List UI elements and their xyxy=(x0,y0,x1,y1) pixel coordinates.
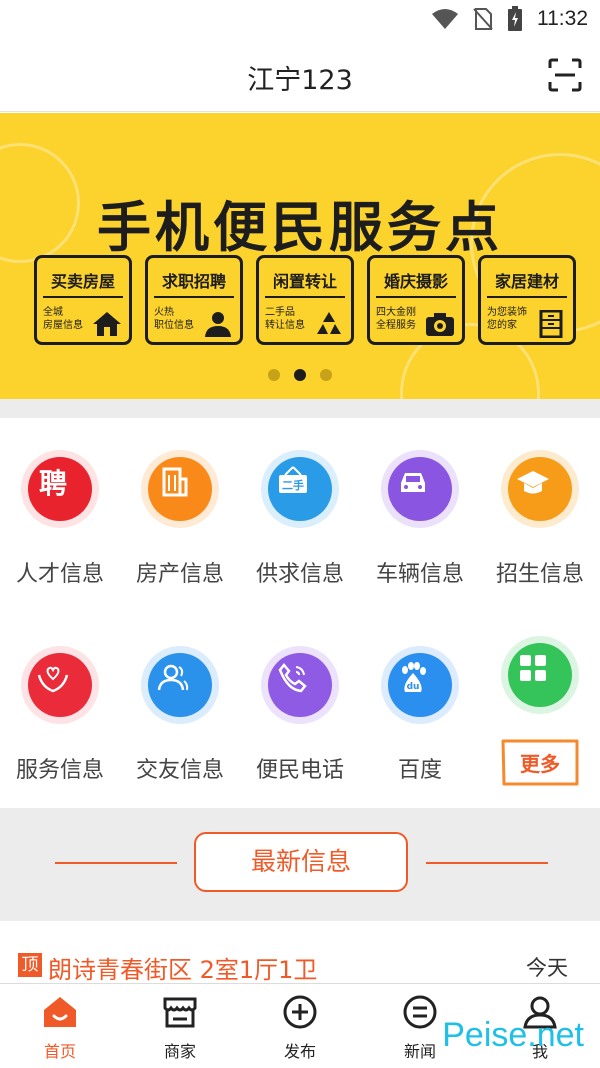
list-item-title: 朗诗青春街区 2室1厅1卫 xyxy=(48,956,318,984)
watermark: Peise.net xyxy=(442,1016,584,1054)
grid-item-label: 服务信息 xyxy=(15,758,104,783)
people-icon xyxy=(157,664,189,691)
scan-icon[interactable] xyxy=(548,58,582,92)
cabinet-icon xyxy=(539,310,563,338)
news-section-header: 最新信息 xyxy=(0,808,600,921)
banner-card-furnishing: 家居建材 为您装饰 您的家 xyxy=(478,255,576,345)
banner-card-title: 买卖房屋 xyxy=(50,272,115,291)
tab-label: 发布 xyxy=(283,1042,316,1061)
grid-item-more[interactable]: 更多 xyxy=(480,614,600,794)
recruit-icon: 聘 xyxy=(39,467,67,499)
banner-card-secondhand: 闲置转让 二手品 转让信息 xyxy=(256,255,354,345)
grid-item-supply[interactable]: 二手 供求信息 xyxy=(240,418,360,598)
battery-charging-icon xyxy=(508,6,522,31)
shop-icon xyxy=(163,997,197,1028)
section-divider xyxy=(0,399,600,418)
phone-icon xyxy=(278,663,307,693)
plus-circle-icon xyxy=(283,995,317,1029)
list-item-time: 今天 xyxy=(526,956,568,980)
banner-card-sub: 为您装饰 您的家 xyxy=(487,307,527,331)
recycle-icon xyxy=(317,312,341,334)
building-icon xyxy=(162,467,188,497)
grid-item-phone[interactable]: 便民电话 xyxy=(240,614,360,794)
home-icon xyxy=(44,997,76,1027)
tab-publish[interactable]: 发布 xyxy=(240,984,360,1068)
grid-item-vehicle[interactable]: 车辆信息 xyxy=(360,418,480,598)
promo-banner[interactable]: 手机便民服务点 买卖房屋 全城 房屋信息 求职招聘 火热 职位信息 闲置转让 二… xyxy=(0,113,600,399)
grid-item-label: 百度 xyxy=(397,758,442,783)
camera-icon xyxy=(426,313,454,336)
banner-card-housing: 买卖房屋 全城 房屋信息 xyxy=(34,255,132,345)
category-grid: 聘 人才信息 房产信息 二手 供求信息 车辆信息 招生信息 服务信息 交友信息 xyxy=(0,418,600,808)
banner-card-title: 求职招聘 xyxy=(161,272,226,291)
graduation-cap-icon xyxy=(517,471,549,494)
latest-news-button[interactable]: 最新信息 xyxy=(194,832,408,892)
list-item[interactable]: 顶 朗诗青春街区 2室1厅1卫 今天 xyxy=(0,921,600,984)
pagination-dot-active[interactable] xyxy=(294,369,306,381)
svg-text:二手: 二手 xyxy=(282,478,304,492)
baidu-paw-icon: du xyxy=(402,662,426,692)
divider-line-right xyxy=(426,862,548,864)
grid-item-label: 房产信息 xyxy=(135,562,224,587)
banner-card-sub: 火热 职位信息 xyxy=(154,307,194,331)
more-label: 更多 xyxy=(520,752,560,776)
house-icon xyxy=(93,312,121,336)
pinned-badge: 顶 xyxy=(18,953,42,977)
grid-item-label: 供求信息 xyxy=(255,562,344,587)
banner-card-title: 婚庆摄影 xyxy=(383,272,448,291)
grid-item-label: 人才信息 xyxy=(15,562,104,587)
svg-text:聘: 聘 xyxy=(39,467,67,499)
tab-label: 商家 xyxy=(163,1042,196,1061)
divider-line-left xyxy=(55,862,177,864)
apps-grid-icon xyxy=(520,655,546,681)
banner-card-sub: 二手品 转让信息 xyxy=(265,307,305,331)
more-button[interactable]: 更多 xyxy=(499,738,581,788)
banner-card-wedding: 婚庆摄影 四大金刚 全程服务 xyxy=(367,255,465,345)
grid-item-baidu[interactable]: du 百度 xyxy=(360,614,480,794)
status-time: 11:32 xyxy=(537,7,588,30)
grid-item-label: 招生信息 xyxy=(495,562,584,587)
tab-label: 首页 xyxy=(43,1042,76,1061)
banner-pagination[interactable] xyxy=(0,369,600,381)
grid-item-realestate[interactable]: 房产信息 xyxy=(120,418,240,598)
news-icon xyxy=(403,995,437,1029)
wifi-icon xyxy=(432,9,458,29)
status-bar: 11:32 xyxy=(0,0,600,40)
banner-card-sub: 四大金刚 全程服务 xyxy=(376,307,416,331)
heart-hands-icon xyxy=(37,666,69,693)
secondhand-sign-icon: 二手 xyxy=(279,466,307,493)
grid-item-friends[interactable]: 交友信息 xyxy=(120,614,240,794)
grid-item-talent[interactable]: 聘 人才信息 xyxy=(0,418,120,598)
svg-text:du: du xyxy=(407,682,420,692)
banner-card-title: 家居建材 xyxy=(494,272,559,291)
grid-item-service[interactable]: 服务信息 xyxy=(0,614,120,794)
banner-card-sub: 全城 房屋信息 xyxy=(43,307,83,331)
tab-home[interactable]: 首页 xyxy=(0,984,120,1068)
grid-item-label: 车辆信息 xyxy=(375,562,464,587)
banner-card-jobs: 求职招聘 火热 职位信息 xyxy=(145,255,243,345)
app-title: 江宁123 xyxy=(247,65,353,96)
tab-merchants[interactable]: 商家 xyxy=(120,984,240,1068)
banner-title: 手机便民服务点 xyxy=(97,196,503,259)
banner-card-title: 闲置转让 xyxy=(272,272,337,291)
pagination-dot[interactable] xyxy=(268,369,280,381)
no-sim-icon xyxy=(473,8,493,30)
grid-item-label: 交友信息 xyxy=(135,758,224,783)
car-icon xyxy=(401,473,425,492)
grid-item-label: 便民电话 xyxy=(255,758,344,783)
pagination-dot[interactable] xyxy=(320,369,332,381)
person-icon xyxy=(205,312,231,337)
grid-item-enrollment[interactable]: 招生信息 xyxy=(480,418,600,598)
app-header: 江宁123 xyxy=(0,40,600,112)
